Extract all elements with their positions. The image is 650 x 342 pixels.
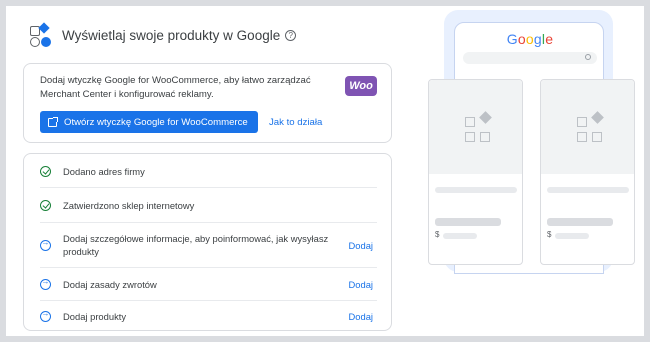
woocommerce-logo: Woo bbox=[345, 76, 377, 96]
shape-icon bbox=[592, 132, 602, 142]
product-image-placeholder bbox=[429, 80, 522, 174]
arrow-circle-icon bbox=[40, 277, 51, 290]
shape-icon bbox=[465, 117, 475, 127]
checklist-item-label: Dodaj szczegółowe informacje, aby poinfo… bbox=[63, 233, 329, 257]
setup-checklist-card: Dodano adres firmy Zatwierdzono sklep in… bbox=[23, 153, 392, 331]
checklist-item-label: Dodano adres firmy bbox=[63, 165, 145, 177]
check-circle-icon bbox=[40, 165, 51, 177]
help-icon[interactable]: ? bbox=[285, 29, 297, 41]
checklist-item-label: Zatwierdzono sklep internetowy bbox=[63, 199, 195, 211]
external-link-icon bbox=[48, 116, 58, 127]
google-logo: Google bbox=[455, 31, 605, 47]
shape-icon bbox=[465, 132, 475, 142]
search-bar-illustration bbox=[463, 52, 597, 64]
title-placeholder bbox=[547, 218, 613, 226]
plugin-description: Dodaj wtyczkę Google for WooCommerce, ab… bbox=[40, 75, 311, 100]
text-placeholder bbox=[547, 187, 629, 193]
page-header: Wyświetlaj swoje produkty w Google ? bbox=[30, 22, 297, 47]
check-circle-icon bbox=[40, 199, 51, 211]
shape-icon bbox=[577, 117, 587, 127]
checklist-item: Dodano adres firmy bbox=[40, 155, 377, 188]
checklist-item: Zatwierdzono sklep internetowy bbox=[40, 188, 377, 223]
price-currency: $ bbox=[547, 230, 552, 239]
shape-icon bbox=[480, 132, 490, 142]
open-plugin-button[interactable]: Otwórz wtyczkę Google for WooCommerce bbox=[40, 111, 258, 133]
price-placeholder bbox=[555, 233, 589, 239]
google-letter: e bbox=[545, 31, 554, 47]
checklist-item[interactable]: Dodaj produkty Dodaj bbox=[40, 301, 377, 331]
checklist-item-label: Dodaj produkty bbox=[63, 310, 127, 322]
checklist-item[interactable]: Dodaj szczegółowe informacje, aby poinfo… bbox=[40, 223, 377, 268]
add-returns-button[interactable]: Dodaj bbox=[349, 279, 374, 290]
add-shipping-button[interactable]: Dodaj bbox=[349, 240, 374, 251]
how-it-works-link[interactable]: Jak to działa bbox=[269, 117, 322, 128]
google-letter: o bbox=[525, 31, 534, 47]
shape-icon bbox=[479, 111, 492, 124]
shape-icon bbox=[577, 132, 587, 142]
add-products-button[interactable]: Dodaj bbox=[349, 311, 374, 322]
plugin-card: Dodaj wtyczkę Google for WooCommerce, ab… bbox=[23, 63, 392, 143]
checklist-item-label: Dodaj zasady zwrotów bbox=[63, 278, 157, 290]
search-icon bbox=[585, 54, 591, 60]
shape-icon bbox=[591, 111, 604, 124]
product-card-illustration: $ bbox=[428, 79, 523, 265]
checklist-item[interactable]: Dodaj zasady zwrotów Dodaj bbox=[40, 268, 377, 301]
price-placeholder bbox=[443, 233, 477, 239]
arrow-circle-icon bbox=[40, 238, 51, 251]
google-letter: g bbox=[533, 31, 542, 47]
product-card-illustration: $ bbox=[540, 79, 635, 265]
google-products-logo-icon bbox=[30, 22, 52, 47]
price-currency: $ bbox=[435, 230, 440, 239]
arrow-circle-icon bbox=[40, 309, 51, 322]
product-image-placeholder bbox=[541, 80, 634, 174]
title-placeholder bbox=[435, 218, 501, 226]
text-placeholder bbox=[435, 187, 517, 193]
google-letter: o bbox=[517, 31, 526, 47]
open-plugin-button-label: Otwórz wtyczkę Google for WooCommerce bbox=[64, 116, 248, 128]
page-title: Wyświetlaj swoje produkty w Google bbox=[62, 27, 281, 43]
google-letter: G bbox=[506, 31, 518, 47]
